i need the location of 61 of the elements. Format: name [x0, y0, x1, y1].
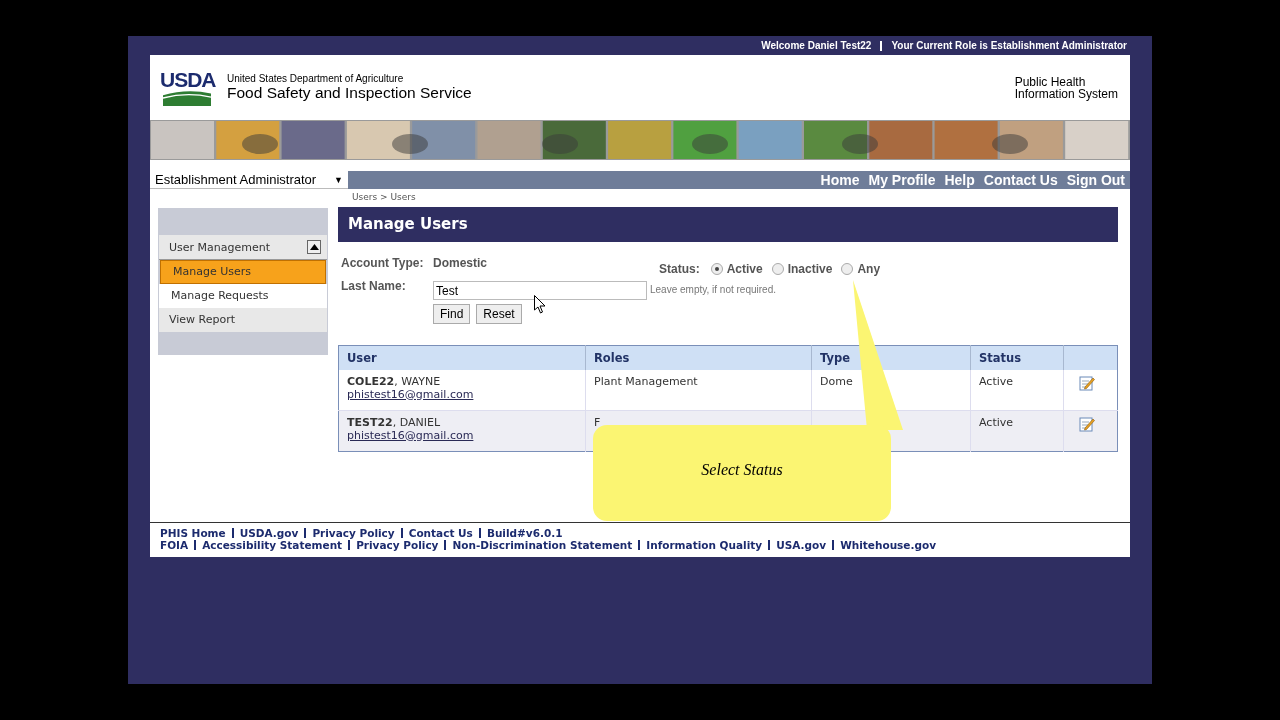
cursor-icon	[534, 295, 546, 314]
form-button[interactable]: Find	[433, 304, 471, 324]
role-dropdown[interactable]: Establishment Administrator ▼	[150, 171, 348, 189]
callout-box: Select Status	[593, 425, 891, 521]
field-hint: Leave empty, if not required.	[650, 284, 776, 295]
footer-link[interactable]: Accessibility Statement	[202, 539, 343, 551]
field-label: Account Type:	[341, 256, 425, 270]
nav-link[interactable]: Sign Out	[1066, 172, 1125, 188]
sidebar-item[interactable]: Manage Requests	[159, 284, 327, 308]
agency-title: Food Safety and Inspection Service	[227, 84, 472, 102]
edit-icon[interactable]	[1079, 374, 1095, 391]
radio-label[interactable]: Active	[726, 262, 763, 276]
form-button[interactable]: Reset	[476, 304, 522, 324]
footer-link[interactable]: USDA.gov	[239, 527, 299, 539]
radio-button[interactable]	[841, 263, 854, 275]
nav-link[interactable]: My Profile	[868, 172, 936, 188]
nav-link[interactable]: Contact Us	[983, 172, 1058, 188]
sidebar-item[interactable]: Manage Users	[160, 260, 326, 284]
footer-link[interactable]: Contact Us	[408, 527, 473, 539]
footer-link[interactable]: Non-Discrimination Statement	[452, 539, 633, 551]
table-cell: Plant Management	[594, 374, 698, 388]
user-name: TEST22, DANIEL	[347, 415, 442, 429]
footer-link[interactable]: FOIA	[160, 539, 189, 551]
footer-link[interactable]: Privacy Policy	[356, 539, 439, 551]
system-name: Public Health	[1014, 75, 1087, 88]
user-name: COLE22, WAYNE	[347, 374, 442, 388]
table-cell: Dome	[820, 374, 853, 388]
footer-link[interactable]: Build#v6.0.1	[486, 527, 563, 539]
email-link[interactable]: phistest16@gmail.com	[347, 387, 474, 401]
last-name-field[interactable]: Test	[433, 281, 647, 300]
edit-icon[interactable]	[1079, 415, 1095, 432]
nav-link[interactable]: Help	[944, 172, 975, 188]
footer-link[interactable]: Privacy Policy	[312, 527, 395, 539]
table-cell: Active	[979, 374, 1014, 388]
usda-logo[interactable]: USDA	[160, 69, 216, 106]
welcome-text: Welcome Daniel Test22	[761, 40, 872, 51]
role-text: Your Current Role is Establishment Administrator	[891, 40, 1127, 51]
section-header[interactable]: User Management	[159, 235, 327, 260]
collapse-icon[interactable]	[307, 240, 321, 254]
nav-link[interactable]: Home	[820, 172, 860, 188]
breadcrumb: Users > Users	[351, 191, 417, 204]
footer-link[interactable]: PHIS Home	[160, 527, 226, 539]
radio-button[interactable]	[771, 263, 784, 275]
sidebar-item[interactable]: View Report	[159, 308, 327, 332]
field-label: Last Name:	[341, 279, 407, 293]
radio-label[interactable]: Inactive	[787, 262, 833, 276]
footer-link[interactable]: USA.gov	[776, 539, 827, 551]
agency-subtitle: United States Department of Agriculture	[227, 73, 405, 84]
table-cell: Active	[979, 415, 1014, 429]
radio-button[interactable]	[710, 263, 723, 275]
page-title: Manage Users	[338, 207, 1118, 242]
column-header: User	[338, 345, 586, 370]
column-header: Roles	[585, 345, 812, 370]
email-link[interactable]: phistest16@gmail.com	[347, 428, 474, 442]
field-label: Status:	[659, 262, 700, 276]
system-name: Information System	[1014, 87, 1118, 100]
account-type-value: Domestic	[433, 256, 488, 270]
column-header: Status	[970, 345, 1064, 370]
footer-link[interactable]: Information Quality	[646, 539, 763, 551]
radio-label[interactable]: Any	[857, 262, 881, 276]
footer-link[interactable]: Whitehouse.gov	[840, 539, 937, 551]
